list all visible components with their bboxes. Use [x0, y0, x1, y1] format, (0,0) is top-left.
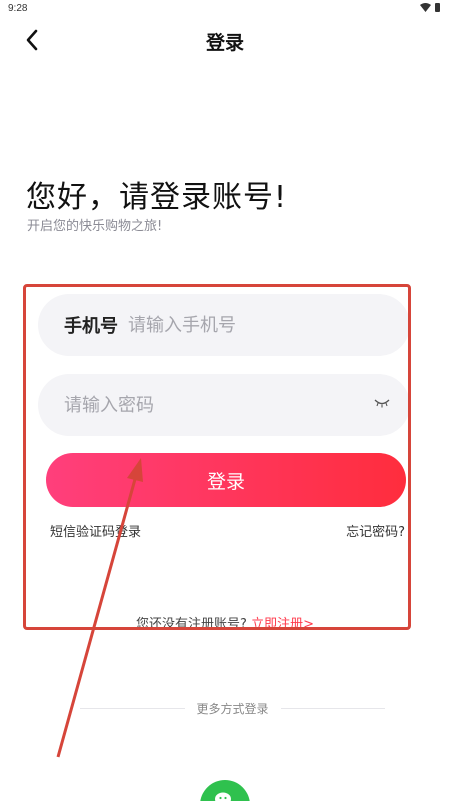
password-field — [38, 374, 410, 436]
wifi-icon — [420, 3, 431, 12]
eye-closed-icon[interactable] — [374, 398, 390, 408]
status-icons — [420, 3, 440, 12]
divider-line-left — [80, 707, 185, 709]
greeting-title: 您好，请登录账号! — [26, 180, 288, 215]
divider-line-right — [280, 707, 386, 709]
wechat-login-button[interactable] — [200, 780, 250, 801]
phone-field: 手机号 — [38, 294, 410, 356]
battery-icon — [435, 3, 440, 12]
greeting-subtitle: 开启您的快乐购物之旅! — [27, 219, 163, 234]
status-bar: 9:28 — [0, 0, 450, 20]
register-link[interactable]: 立即注册> — [251, 617, 314, 632]
more-login-divider: 更多方式登录 — [80, 698, 386, 718]
sms-login-link[interactable]: 短信验证码登录 — [50, 521, 141, 540]
login-button[interactable]: 登录 — [46, 453, 406, 507]
phone-input[interactable] — [128, 314, 358, 336]
password-input[interactable] — [64, 394, 294, 416]
nav-bar: 登录 — [0, 20, 450, 60]
register-prompt: 您还没有注册账号? — [136, 617, 247, 632]
status-time: 9:28 — [8, 3, 28, 14]
forgot-password-link[interactable]: 忘记密码? — [346, 521, 405, 540]
more-login-label: 更多方式登录 — [196, 701, 269, 716]
register-line: 您还没有注册账号? 立即注册> — [0, 613, 450, 632]
wechat-icon — [215, 792, 231, 801]
phone-label: 手机号 — [64, 316, 118, 337]
page-title: 登录 — [205, 32, 244, 54]
